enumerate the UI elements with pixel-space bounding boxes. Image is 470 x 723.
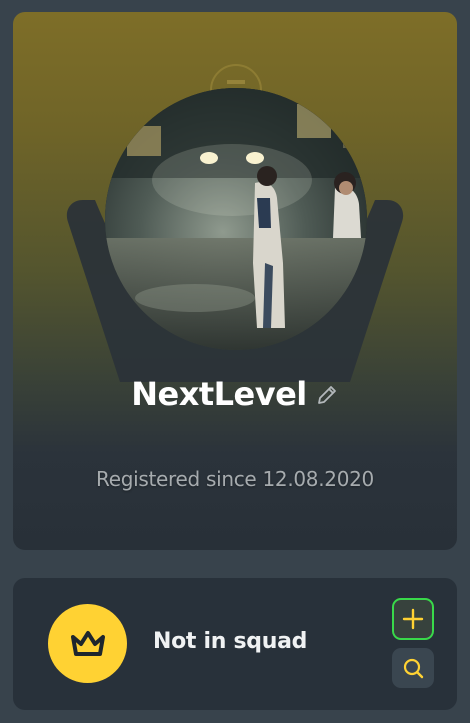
- username-row: NextLevel: [13, 372, 457, 416]
- plus-icon: [402, 608, 424, 630]
- squad-status: Not in squad: [153, 629, 308, 654]
- squad-card: Not in squad: [13, 578, 457, 710]
- profile-avatar[interactable]: [105, 88, 367, 350]
- pencil-icon[interactable]: [315, 383, 339, 407]
- profile-card: NextLevel Registered since 12.08.2020: [13, 12, 457, 550]
- username: NextLevel: [131, 375, 307, 413]
- search-icon: [403, 658, 424, 679]
- crown-icon: [48, 604, 127, 683]
- search-squad-button[interactable]: [392, 648, 434, 688]
- add-squad-button[interactable]: [392, 598, 434, 640]
- registration-date: Registered since 12.08.2020: [96, 467, 374, 491]
